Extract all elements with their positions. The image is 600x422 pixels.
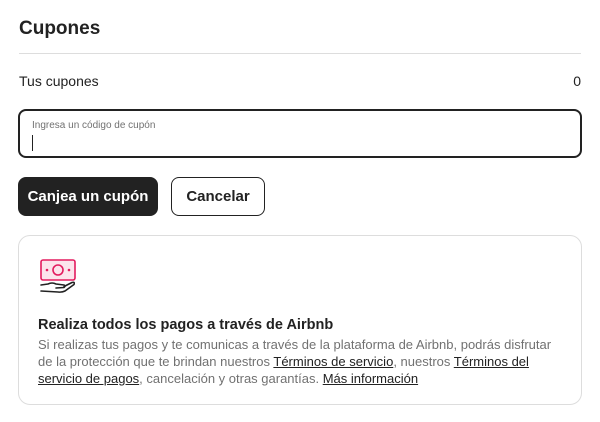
card-heading: Realiza todos los pagos a través de Airb… <box>38 317 334 333</box>
terms-of-service-link[interactable]: Términos de servicio <box>273 354 393 369</box>
coupons-summary-row: Tus cupones 0 <box>19 73 581 89</box>
hand-holding-banknote-icon <box>40 259 76 293</box>
header-divider <box>19 53 581 54</box>
coupon-code-input[interactable] <box>32 133 562 153</box>
payment-protection-card: Realiza todos los pagos a través de Airb… <box>18 235 582 405</box>
card-body-text-3: , cancelación y otras garantías. <box>139 371 323 386</box>
more-info-link[interactable]: Más información <box>323 371 418 386</box>
card-body: Si realizas tus pagos y te comunicas a t… <box>38 336 568 387</box>
coupons-count: 0 <box>573 73 581 89</box>
page-title: Cupones <box>19 18 101 39</box>
coupon-code-field[interactable]: Ingresa un código de cupón <box>18 109 582 158</box>
coupon-code-label: Ingresa un código de cupón <box>32 120 156 131</box>
redeem-coupon-button[interactable]: Canjea un cupón <box>18 177 158 216</box>
card-body-text-2: , nuestros <box>393 354 454 369</box>
coupons-label: Tus cupones <box>19 73 99 89</box>
cancel-button[interactable]: Cancelar <box>171 177 265 216</box>
text-caret <box>32 135 33 151</box>
